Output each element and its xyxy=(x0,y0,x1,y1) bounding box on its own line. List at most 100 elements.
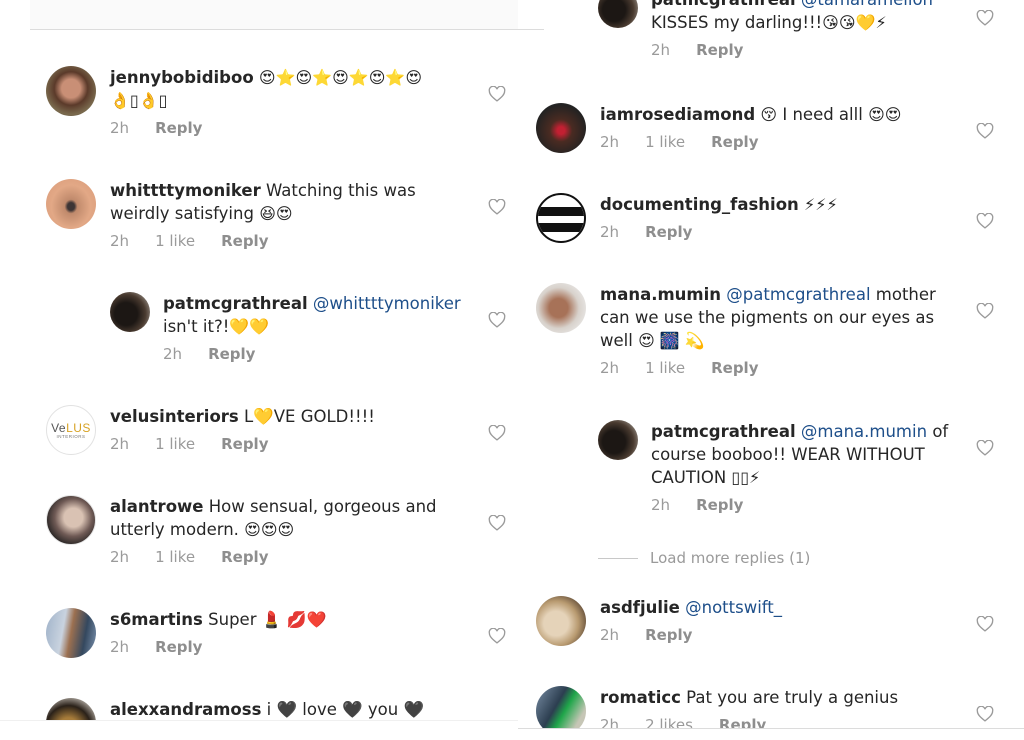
reply-comment-item: patmcgrathreal @tamaramellon KISSES my d… xyxy=(598,0,971,59)
heart-outline-icon[interactable] xyxy=(488,515,506,531)
heart-outline-icon[interactable] xyxy=(976,706,994,722)
mention-link[interactable]: @tamaramellon xyxy=(801,0,933,9)
comment-time: 2h xyxy=(110,548,130,566)
heart-outline-icon[interactable] xyxy=(488,425,506,441)
comment-username[interactable]: whittttymoniker xyxy=(110,181,261,200)
reply-button[interactable]: Reply xyxy=(221,548,268,566)
comment-time: 2h xyxy=(600,626,620,644)
comment-time: 2h xyxy=(600,223,620,241)
comment-text: KISSES my darling!!! xyxy=(651,13,823,32)
comment-time: 2h xyxy=(600,359,620,377)
avatar[interactable] xyxy=(46,66,96,116)
reply-button[interactable]: Reply xyxy=(208,345,255,363)
comment-username[interactable]: asdfjulie xyxy=(600,598,680,617)
comment-item: documenting_fashion ⚡⚡⚡ 2h Reply xyxy=(536,193,940,243)
top-divider-bar xyxy=(30,0,518,30)
comment-text: L💛VE GOLD!!!! xyxy=(244,407,375,426)
avatar[interactable] xyxy=(598,0,638,28)
comment-username[interactable]: documenting_fashion xyxy=(600,195,799,214)
comment-username[interactable]: patmcgrathreal xyxy=(651,0,796,9)
likes-count[interactable]: 2 likes xyxy=(645,716,693,728)
bottom-divider xyxy=(518,728,1024,729)
comment-item: VeLUS INTERIORS velusinteriors L💛VE GOLD… xyxy=(46,405,450,455)
heart-outline-icon[interactable] xyxy=(976,440,994,456)
mention-link[interactable]: @nottswift_ xyxy=(685,598,782,617)
comment-username[interactable]: jennybobidiboo xyxy=(110,68,254,87)
heart-outline-icon[interactable] xyxy=(976,213,994,229)
avatar[interactable] xyxy=(46,608,96,658)
avatar[interactable] xyxy=(536,283,586,333)
comment-username[interactable]: patmcgrathreal xyxy=(163,294,308,313)
avatar-logo-subtext: INTERIORS xyxy=(56,433,86,439)
comment-emoji: ⚡⚡⚡ xyxy=(804,195,838,214)
comment-username[interactable]: alantrowe xyxy=(110,497,203,516)
load-more-replies-button[interactable]: Load more replies (1) xyxy=(598,549,810,567)
comment-username[interactable]: alexxandramoss xyxy=(110,700,261,719)
reply-comment-item: patmcgrathreal @mana.mumin of course boo… xyxy=(598,420,951,514)
comment-username[interactable]: romaticc xyxy=(600,688,681,707)
comment-emoji: 😍⭐😍⭐😍⭐😍⭐😍 xyxy=(258,68,423,87)
avatar[interactable] xyxy=(46,698,96,720)
avatar[interactable] xyxy=(110,292,150,332)
heart-outline-icon[interactable] xyxy=(488,628,506,644)
comment-emoji: 😆😍 xyxy=(259,204,293,223)
load-more-label[interactable]: Load more replies (1) xyxy=(650,549,810,567)
reply-button[interactable]: Reply xyxy=(645,223,692,241)
avatar[interactable] xyxy=(536,193,586,243)
comment-emoji: 👌▯👌▯ xyxy=(110,91,168,110)
comment-emoji: 😍😍 xyxy=(868,105,902,124)
avatar[interactable]: VeLUS INTERIORS xyxy=(46,405,96,455)
avatar[interactable] xyxy=(536,686,586,728)
heart-outline-icon[interactable] xyxy=(976,10,994,26)
reply-button[interactable]: Reply xyxy=(711,359,758,377)
avatar[interactable] xyxy=(536,103,586,153)
reply-button[interactable]: Reply xyxy=(711,133,758,151)
reply-comment-item: patmcgrathreal @whittttymoniker isn't it… xyxy=(110,292,483,363)
comment-time: 2h xyxy=(110,119,130,137)
comment-item: whittttymoniker Watching this was weirdl… xyxy=(46,179,450,250)
reply-button[interactable]: Reply xyxy=(221,435,268,453)
mention-link[interactable]: @whittttymoniker xyxy=(313,294,461,313)
bottom-divider xyxy=(0,720,518,721)
heart-outline-icon[interactable] xyxy=(488,312,506,328)
comment-time: 2h xyxy=(600,716,620,728)
comment-username[interactable]: s6martins xyxy=(110,610,203,629)
heart-outline-icon[interactable] xyxy=(976,123,994,139)
likes-count[interactable]: 1 like xyxy=(155,548,195,566)
heart-outline-icon[interactable] xyxy=(488,199,506,215)
comment-item: iamrosediamond 😚 I need alll 😍😍 2h 1 lik… xyxy=(536,103,940,153)
heart-outline-icon[interactable] xyxy=(488,86,506,102)
mention-link[interactable]: @patmcgrathreal xyxy=(726,285,870,304)
comment-username[interactable]: mana.mumin xyxy=(600,285,721,304)
heart-outline-icon[interactable] xyxy=(976,303,994,319)
heart-outline-icon[interactable] xyxy=(976,616,994,632)
likes-count[interactable]: 1 like xyxy=(645,133,685,151)
comment-item: alexxandramoss i 🖤 love 🖤 you 🖤 xyxy=(46,698,490,720)
reply-button[interactable]: Reply xyxy=(155,119,202,137)
reply-button[interactable]: Reply xyxy=(221,232,268,250)
comment-item: s6martins Super 💄 💋❤️ 2h Reply xyxy=(46,608,450,658)
comment-emoji: ▯▯⚡ xyxy=(731,468,761,487)
reply-button[interactable]: Reply xyxy=(645,626,692,644)
right-comments-panel: patmcgrathreal @tamaramellon KISSES my d… xyxy=(518,0,1024,740)
avatar[interactable] xyxy=(46,495,96,545)
avatar[interactable] xyxy=(598,420,638,460)
comment-username[interactable]: patmcgrathreal xyxy=(651,422,796,441)
reply-button[interactable]: Reply xyxy=(155,638,202,656)
likes-count[interactable]: 1 like xyxy=(155,232,195,250)
avatar[interactable] xyxy=(46,179,96,229)
reply-button[interactable]: Reply xyxy=(696,496,743,514)
likes-count[interactable]: 1 like xyxy=(155,435,195,453)
comment-emoji: 💄 💋❤️ xyxy=(261,610,327,629)
reply-button[interactable]: Reply xyxy=(696,41,743,59)
comment-emoji: 😘😘💛⚡ xyxy=(822,13,887,32)
likes-count[interactable]: 1 like xyxy=(645,359,685,377)
reply-button[interactable]: Reply xyxy=(719,716,766,728)
comment-username[interactable]: velusinteriors xyxy=(110,407,239,426)
mention-link[interactable]: @mana.mumin xyxy=(801,422,927,441)
comment-time: 2h xyxy=(600,133,620,151)
comment-emoji: 💛💛 xyxy=(229,317,270,336)
comment-item: romaticc Pat you are truly a genius 2h 2… xyxy=(536,686,940,728)
comment-username[interactable]: iamrosediamond xyxy=(600,105,755,124)
avatar[interactable] xyxy=(536,596,586,646)
